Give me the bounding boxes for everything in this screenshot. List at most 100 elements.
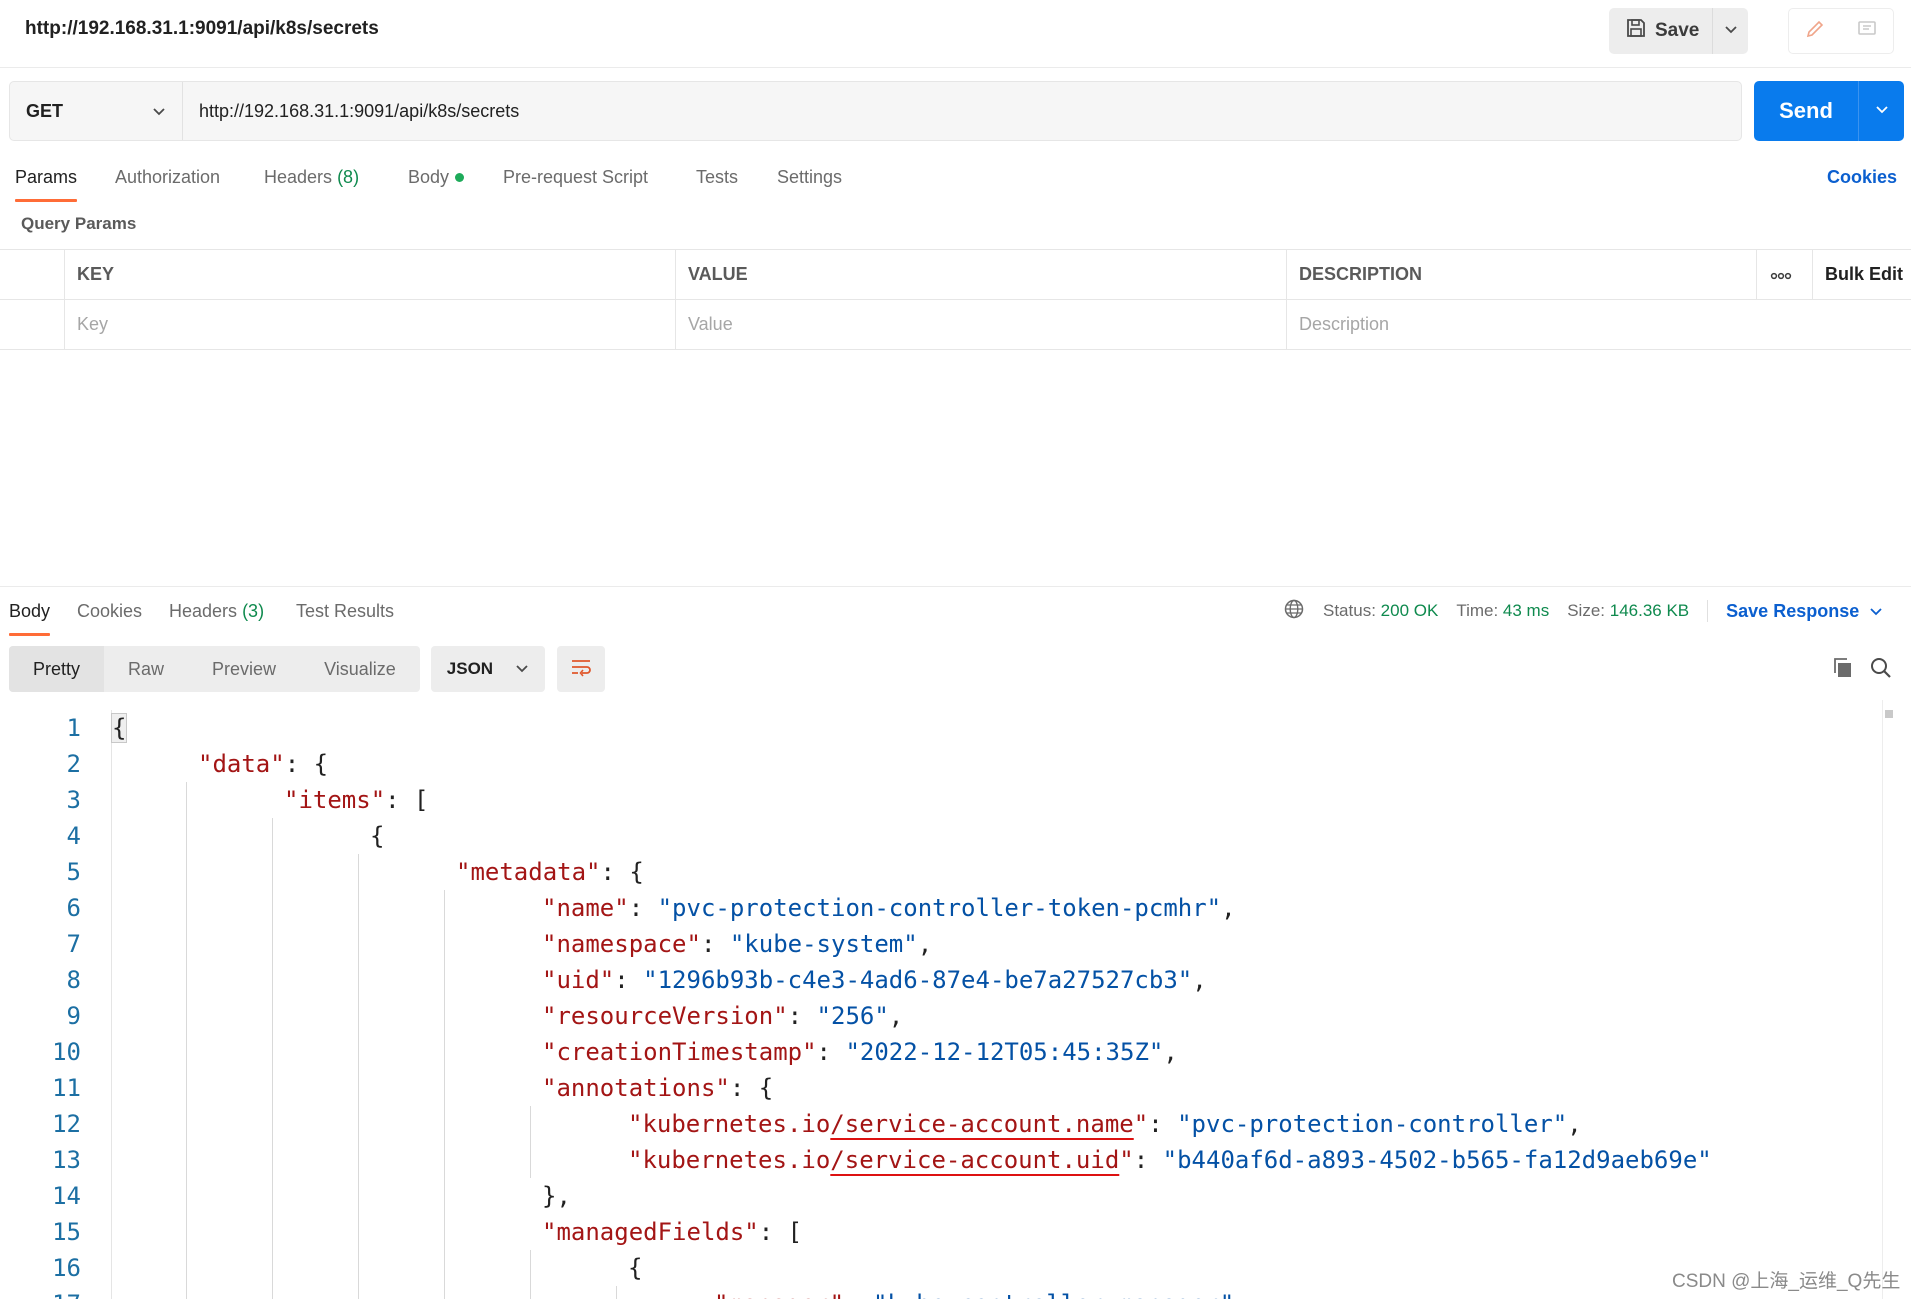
status-readout[interactable]: Status: 200 OK bbox=[1323, 601, 1438, 621]
cookies-link[interactable]: Cookies bbox=[1827, 162, 1897, 192]
globe-icon[interactable] bbox=[1283, 598, 1305, 625]
json-string: "b440af6d-a893-4502-b565-fa12d9aeb69e" bbox=[1162, 1146, 1712, 1174]
json-key: "data" bbox=[198, 750, 285, 778]
save-button[interactable]: Save bbox=[1609, 8, 1712, 54]
url-input[interactable]: http://192.168.31.1:9091/api/k8s/secrets bbox=[183, 82, 1741, 140]
response-status-bar: Status: 200 OK Time: 43 ms Size: 146.36 … bbox=[1283, 596, 1883, 626]
tab-label: Tests bbox=[696, 167, 739, 187]
json-string: "kube-controller-manager" bbox=[873, 1290, 1234, 1299]
request-title[interactable]: http://192.168.31.1:9091/api/k8s/secrets bbox=[25, 18, 379, 40]
format-select[interactable]: JSON bbox=[430, 646, 545, 692]
line-number: 10 bbox=[52, 1038, 81, 1066]
response-tab-body[interactable]: Body bbox=[9, 596, 51, 636]
tab-params[interactable]: Params bbox=[15, 162, 78, 202]
comment-icon bbox=[1856, 18, 1878, 45]
format-value: JSON bbox=[446, 659, 494, 678]
save-response-button[interactable]: Save Response bbox=[1726, 601, 1883, 622]
json-punctuation: : bbox=[844, 1290, 873, 1299]
json-key: "manager" bbox=[714, 1290, 844, 1299]
response-divider bbox=[0, 586, 1911, 587]
json-punctuation: { bbox=[110, 713, 128, 743]
tab-settings[interactable]: Settings bbox=[777, 162, 842, 202]
param-value-input[interactable]: Value bbox=[676, 300, 1276, 349]
method-select[interactable]: GET bbox=[10, 82, 183, 140]
code-text: "data": { bbox=[198, 746, 328, 782]
tab-label: Params bbox=[15, 167, 78, 187]
json-key: "items" bbox=[284, 786, 386, 814]
body-indicator-dot bbox=[455, 172, 465, 182]
line-number: 14 bbox=[52, 1182, 81, 1210]
code-text: "managedFields": [ bbox=[542, 1214, 802, 1250]
indent-guide bbox=[272, 818, 273, 1299]
send-options-button[interactable] bbox=[1858, 81, 1904, 141]
line-number: 11 bbox=[52, 1074, 81, 1102]
wrap-lines-button[interactable] bbox=[556, 646, 605, 692]
tab-body[interactable]: Body bbox=[408, 162, 465, 202]
line-number: 12 bbox=[52, 1110, 81, 1138]
response-body-viewer[interactable]: 1{2 "data": {3 "items": [4{5 "metadata": {6… bbox=[0, 710, 1890, 1299]
send-button[interactable]: Send bbox=[1754, 81, 1858, 141]
size-readout[interactable]: Size: 146.36 KB bbox=[1567, 601, 1689, 621]
comments-button[interactable] bbox=[1841, 9, 1893, 53]
view-mode-visualize[interactable]: Visualize bbox=[300, 646, 420, 692]
save-response-label: Save Response bbox=[1726, 600, 1860, 621]
copy-icon[interactable] bbox=[1831, 656, 1855, 685]
view-mode-segment: Pretty Raw Preview Visualize bbox=[9, 646, 420, 692]
tab-label: Authorization bbox=[115, 167, 221, 187]
tab-label: Headers bbox=[169, 601, 238, 621]
response-view-bar: Pretty Raw Preview Visualize JSON bbox=[9, 646, 605, 692]
time-readout[interactable]: Time: 43 ms bbox=[1456, 601, 1549, 621]
code-text: "items": [ bbox=[284, 782, 429, 818]
json-punctuation: : bbox=[700, 930, 730, 958]
code-text: { bbox=[370, 818, 384, 854]
json-string: "256" bbox=[816, 1002, 889, 1030]
response-tab-headers[interactable]: Headers (3) bbox=[169, 596, 264, 636]
tab-label: Cookies bbox=[77, 601, 143, 621]
tab-tests[interactable]: Tests bbox=[696, 162, 738, 202]
scrollbar-thumb[interactable] bbox=[1885, 710, 1893, 718]
json-link[interactable]: /service-account.name bbox=[830, 1110, 1133, 1138]
search-icon[interactable] bbox=[1869, 656, 1893, 685]
code-text: "creationTimestamp": "2022-12-12T05:45:3… bbox=[542, 1034, 1178, 1070]
param-description-input[interactable]: Description bbox=[1287, 300, 1887, 349]
status-label: Status: bbox=[1323, 601, 1376, 620]
size-value: 146.36 KB bbox=[1609, 601, 1690, 620]
request-tabs: Params Authorization Headers (8) Body Pr… bbox=[0, 162, 1911, 202]
code-line: 12 "kubernetes.io/service-account.name": … bbox=[0, 1106, 1890, 1142]
url-bar: GET http://192.168.31.1:9091/api/k8s/sec… bbox=[9, 81, 1742, 141]
more-options-button[interactable] bbox=[1756, 250, 1804, 299]
column-header-value: VALUE bbox=[688, 264, 748, 284]
tab-authorization[interactable]: Authorization bbox=[115, 162, 220, 202]
json-punctuation: , bbox=[917, 930, 933, 958]
edit-button[interactable] bbox=[1789, 9, 1841, 53]
code-line: 17 "manager": "kube-controller-manager", bbox=[0, 1286, 1890, 1299]
json-key: "metadata" bbox=[456, 858, 601, 886]
json-punctuation: , bbox=[888, 1002, 904, 1030]
bulk-edit-button[interactable]: Bulk Edit bbox=[1812, 250, 1903, 299]
view-mode-preview[interactable]: Preview bbox=[188, 646, 300, 692]
tab-pre-request-script[interactable]: Pre-request Script bbox=[503, 162, 648, 202]
response-tab-test-results[interactable]: Test Results bbox=[296, 596, 394, 636]
indent-guide bbox=[530, 1106, 531, 1178]
tab-label: Pre-request Script bbox=[503, 167, 649, 187]
watermark: CSDN @上海_运维_Q先生 bbox=[1672, 1271, 1901, 1292]
tab-headers[interactable]: Headers (8) bbox=[264, 162, 359, 202]
json-punctuation: : { bbox=[284, 750, 329, 778]
code-line: 1{ bbox=[0, 710, 1890, 746]
json-key: "creationTimestamp" bbox=[542, 1038, 817, 1066]
response-tab-cookies[interactable]: Cookies bbox=[77, 596, 142, 636]
save-options-button[interactable] bbox=[1712, 8, 1748, 54]
json-punctuation: : bbox=[1133, 1146, 1163, 1174]
view-mode-raw[interactable]: Raw bbox=[104, 646, 188, 692]
send-button-group: Send bbox=[1754, 81, 1904, 141]
scrollbar[interactable] bbox=[1882, 700, 1883, 1299]
json-link[interactable]: /service-account.uid bbox=[830, 1146, 1119, 1174]
json-punctuation: : [ bbox=[385, 786, 429, 814]
save-button-group: Save bbox=[1609, 8, 1748, 54]
code-line: 4{ bbox=[0, 818, 1890, 854]
indent-guide bbox=[186, 782, 187, 1299]
view-mode-pretty[interactable]: Pretty bbox=[9, 646, 105, 692]
tab-label: Body bbox=[9, 601, 51, 621]
json-string: "pvc-protection-controller-token-pcmhr" bbox=[657, 894, 1222, 922]
param-key-input[interactable]: Key bbox=[65, 300, 665, 349]
